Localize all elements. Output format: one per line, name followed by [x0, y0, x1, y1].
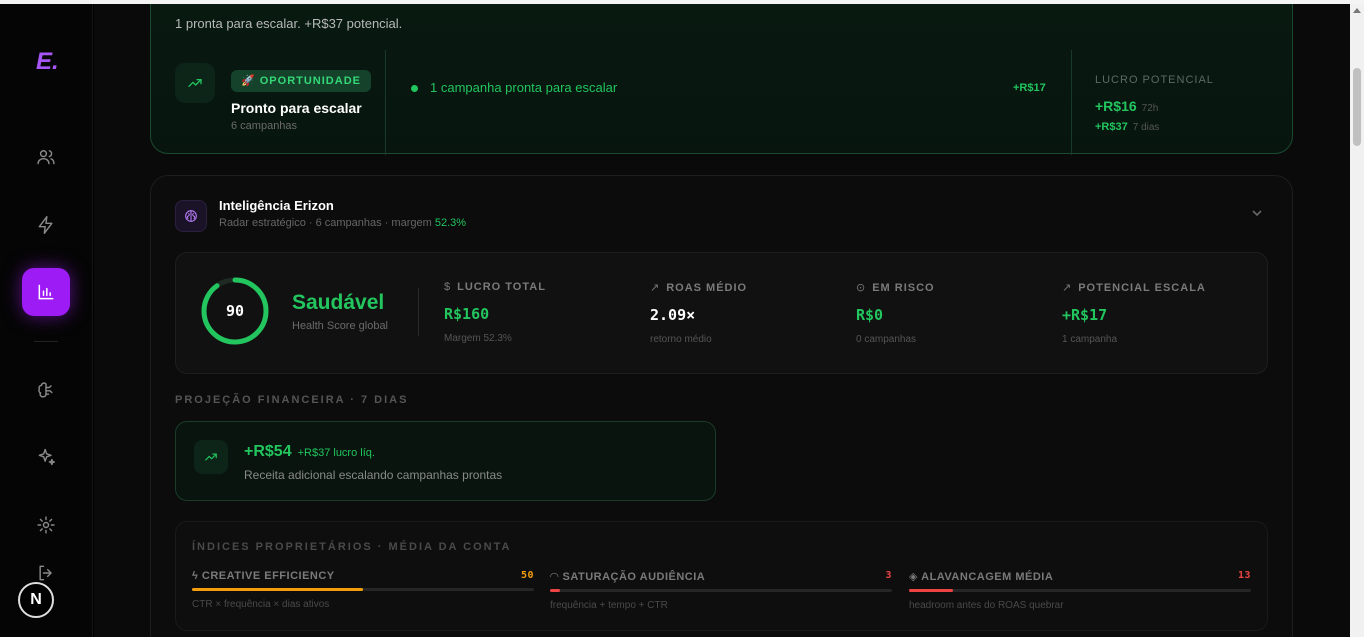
index-bar-fill	[192, 588, 363, 591]
potential-label: LUCRO POTENCIAL	[1095, 74, 1214, 86]
metric-label: POTENCIAL ESCALA	[1078, 282, 1206, 294]
projection-net: +R$37 lucro líq.	[297, 447, 375, 459]
metric-label: EM RISCO	[872, 282, 935, 294]
arrow-up-right-icon: ↗	[1062, 282, 1073, 294]
intelligence-card: Inteligência Erizon Radar estratégico · …	[150, 175, 1293, 637]
gear-icon[interactable]	[34, 513, 58, 537]
status-dot	[411, 85, 418, 92]
metric-potencial-escala: ↗ POTENCIAL ESCALA +R$17 1 campanha	[1062, 281, 1206, 345]
index-sub: frequência + tempo + CTR	[550, 600, 668, 611]
opportunity-subtitle: 6 campanhas	[231, 120, 298, 132]
index-label: SATURAÇÃO AUDIÊNCIA	[562, 571, 706, 583]
campaign-ready-link[interactable]: 1 campanha pronta para escalar	[430, 80, 617, 95]
intelligence-subtitle-text: Radar estratégico · 6 campanhas · margem	[219, 217, 432, 229]
index-bar-fill	[909, 589, 954, 592]
chevron-down-icon[interactable]	[1251, 206, 1263, 218]
projection-amount: +R$54	[244, 443, 292, 460]
indices-panel: ÍNDICES PROPRIETÁRIOS · MÉDIA DA CONTA ϟ…	[175, 521, 1268, 631]
metric-sub: 0 campanhas	[856, 334, 917, 345]
metric-label: LUCRO TOTAL	[457, 281, 546, 293]
health-status: Saudável	[292, 291, 385, 314]
intelligence-subtitle: Radar estratégico · 6 campanhas · margem…	[219, 217, 466, 229]
main-content: 1 pronta para escalar. +R$37 potencial. …	[94, 4, 1350, 637]
index-label: ALAVANCAGEM MÉDIA	[921, 571, 1054, 583]
trend-icon: ↗	[650, 282, 661, 294]
scroll-up-arrow-icon[interactable]	[1353, 8, 1361, 13]
index-creative-efficiency: ϟ CREATIVE EFFICIENCY 50 CTR × frequência…	[192, 570, 534, 610]
potential-72h-value: +R$16	[1095, 98, 1137, 114]
opportunity-summary: 1 pronta para escalar. +R$37 potencial.	[175, 16, 403, 31]
campaign-value: +R$17	[1013, 82, 1046, 94]
index-value: 13	[1237, 570, 1251, 581]
projection-value: +R$54 +R$37 lucro líq.	[244, 443, 375, 461]
dollar-icon: $	[444, 281, 452, 293]
bar-chart-icon	[38, 284, 54, 300]
lightning-icon[interactable]	[34, 213, 58, 237]
indices-label: ÍNDICES PROPRIETÁRIOS · MÉDIA DA CONTA	[192, 541, 512, 553]
health-score-panel: 90 Saudável Health Score global $ LUCRO T…	[175, 252, 1268, 374]
metric-lucro-total: $ LUCRO TOTAL R$160 Margem 52.3%	[444, 281, 546, 344]
index-value: 3	[885, 570, 892, 581]
metric-value: 2.09×	[650, 306, 696, 324]
opportunity-divider	[385, 50, 386, 155]
index-alavancagem-media: ◈ ALAVANCAGEM MÉDIA 13 headroom antes do …	[909, 570, 1251, 611]
metric-sub: Margem 52.3%	[444, 333, 512, 344]
metric-value: +R$17	[1062, 306, 1108, 324]
opportunity-card: 1 pronta para escalar. +R$37 potencial. …	[150, 4, 1293, 155]
sidebar-divider	[34, 341, 58, 342]
index-saturacao-audiencia: ◠ SATURAÇÃO AUDIÊNCIA 3 frequência + temp…	[550, 570, 892, 611]
potential-7d-value: +R$37	[1095, 121, 1128, 133]
metric-em-risco: ⊙ EM RISCO R$0 0 campanhas	[856, 281, 935, 345]
opportunity-badge: 🚀 OPORTUNIDADE	[231, 70, 371, 92]
shield-check-icon: ⊙	[856, 282, 867, 294]
users-icon[interactable]	[34, 145, 58, 169]
health-status-sub: Health Score global	[292, 320, 389, 332]
vertical-scrollbar[interactable]	[1350, 4, 1364, 637]
margin-value: 52.3%	[434, 217, 467, 229]
intelligence-title: Inteligência Erizon	[219, 198, 334, 213]
projection-label: PROJEÇÃO FINANCEIRA · 7 DIAS	[175, 394, 409, 406]
index-bar	[909, 589, 1251, 592]
scrollbar-thumb[interactable]	[1353, 68, 1361, 146]
potential-7d: +R$37 7 dias	[1095, 121, 1159, 133]
health-score-value: 90	[225, 302, 245, 320]
metric-sub: 1 campanha	[1062, 334, 1118, 345]
brain-icon	[175, 200, 207, 232]
potential-72h: +R$16 72h	[1095, 98, 1158, 114]
index-value: 50	[520, 570, 534, 581]
metric-sub: retorno médio	[650, 334, 712, 345]
user-avatar[interactable]: N	[18, 582, 54, 618]
index-bar	[550, 589, 892, 592]
opportunity-title: Pronto para escalar	[231, 100, 362, 116]
lightning-icon: ϟ	[192, 570, 199, 582]
index-bar	[192, 588, 534, 591]
brain-nav-icon[interactable]	[34, 378, 58, 402]
potential-divider	[1071, 50, 1072, 155]
sidebar: E. N	[0, 4, 93, 637]
metric-value: R$160	[444, 305, 490, 323]
index-bar-fill	[550, 589, 561, 592]
index-label: CREATIVE EFFICIENCY	[201, 570, 335, 582]
gauge-icon: ◠	[550, 571, 559, 583]
metric-value: R$0	[856, 306, 884, 324]
projection-card: +R$54 +R$37 lucro líq. Receita adicional …	[175, 421, 716, 501]
trending-up-icon	[194, 440, 228, 474]
projection-sub: Receita adicional escalando campanhas pr…	[244, 468, 503, 482]
metric-label: ROAS MÉDIO	[666, 282, 748, 294]
index-sub: headroom antes do ROAS quebrar	[909, 600, 1064, 611]
app-logo[interactable]: E.	[36, 48, 59, 76]
potential-7d-period: 7 dias	[1132, 122, 1160, 133]
trending-up-icon	[175, 63, 215, 103]
analytics-nav-button[interactable]	[22, 268, 70, 316]
sparkles-icon[interactable]	[34, 445, 58, 469]
score-divider	[418, 288, 419, 336]
potential-72h-period: 72h	[1141, 103, 1159, 114]
metric-roas-medio: ↗ ROAS MÉDIO 2.09× retorno médio	[650, 281, 747, 345]
index-sub: CTR × frequência × dias ativos	[192, 599, 330, 610]
layers-icon: ◈	[909, 571, 918, 583]
